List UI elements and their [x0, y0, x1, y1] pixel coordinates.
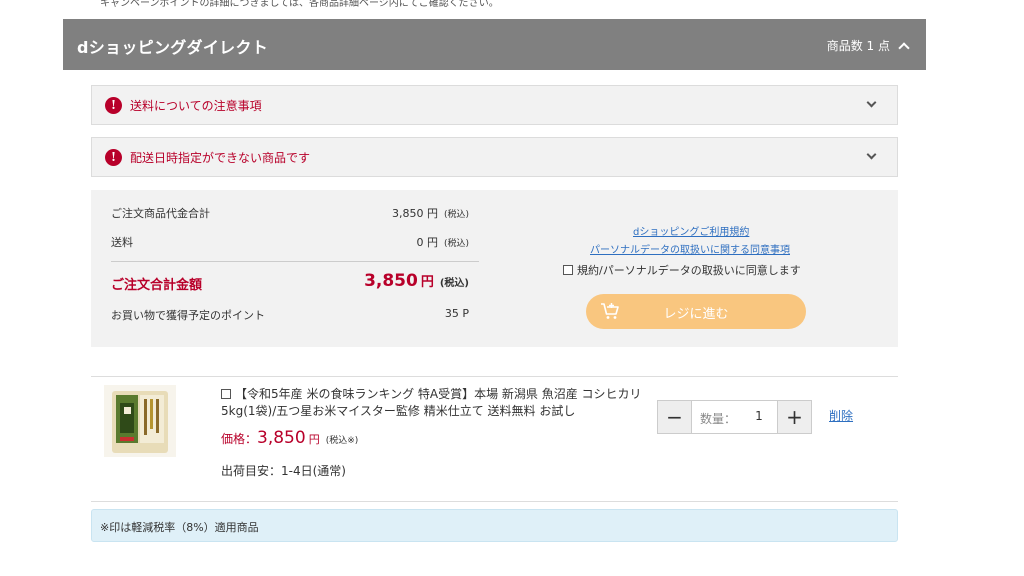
product-image[interactable]	[104, 385, 176, 457]
total-value: 3,850	[364, 271, 418, 291]
subtotal-label: ご注文商品代金合計	[111, 207, 210, 220]
shipping-label: 送料	[111, 236, 133, 249]
delete-item-link[interactable]: 削除	[829, 407, 853, 424]
reduced-tax-note: ※印は軽減税率（8%）適用商品	[91, 509, 898, 542]
increase-quantity-button[interactable]: +	[777, 401, 811, 433]
delivery-date-notice-accordion[interactable]: ! 配送日時指定ができない商品です	[91, 137, 898, 177]
item-count-label: 商品数 1 点	[826, 39, 890, 53]
notice-label: 配送日時指定ができない商品です	[130, 151, 311, 165]
agree-row: 規約/パーソナルデータの取扱いに同意します	[563, 262, 801, 278]
points-value: 35 P	[444, 307, 469, 320]
quantity-stepper: − 数量： +	[657, 400, 812, 434]
price-value: 3,850	[257, 428, 306, 448]
chevron-down-icon	[866, 149, 877, 160]
reduced-tax-note-text: ※印は軽減税率（8%）適用商品	[100, 521, 259, 534]
item-divider	[91, 501, 898, 502]
points-label: お買い物で獲得予定のポイント	[111, 309, 265, 322]
price-row: 価格：3,850 円 (税込※)	[221, 428, 358, 448]
shipping-notice-accordion[interactable]: ! 送料についての注意事項	[91, 85, 898, 125]
shop-header: dショッピングダイレクト 商品数 1 点	[63, 19, 926, 70]
total-value-group: 3,850 円 (税込)	[364, 271, 469, 291]
tax-included-label: (税込)	[443, 239, 469, 249]
shipping-value: 0 円	[416, 236, 438, 249]
item-count-toggle[interactable]: 商品数 1 点	[826, 37, 910, 54]
tax-included-label: (税込)	[439, 278, 469, 289]
agree-checkbox[interactable]	[563, 265, 573, 275]
quantity-label: 数量：	[700, 412, 737, 426]
order-summary: ご注文商品代金合計 3,850 円 (税込) 送料 0 円 (税込) ご注文合計金額…	[91, 190, 898, 347]
subtotal-value-group: 3,850 円 (税込)	[392, 205, 469, 221]
summary-divider	[111, 261, 479, 262]
info-icon: !	[105, 149, 122, 166]
select-item-checkbox[interactable]	[221, 389, 231, 399]
total-unit: 円	[420, 275, 434, 290]
notice-label: 送料についての注意事項	[130, 99, 262, 113]
product-title-text[interactable]: 【令和5年産 米の食味ランキング 特A受賞】本場 新潟県 魚沼産 コシヒカリ 5…	[221, 387, 642, 418]
terms-of-use-link[interactable]: dショッピングご利用規約	[633, 223, 749, 238]
total-label: ご注文合計金額	[111, 278, 203, 293]
shipping-estimate: 出荷目安：1-4日(通常)	[221, 464, 346, 478]
shop-name: dショッピングダイレクト	[77, 38, 269, 57]
checkout-button[interactable]: レジに進む	[586, 294, 806, 329]
chevron-up-icon	[898, 41, 910, 54]
shipping-value-group: 0 円 (税込)	[416, 234, 469, 250]
tax-included-label: (税込)	[443, 210, 469, 220]
price-label: 価格：	[221, 432, 258, 446]
price-tax-label: (税込※)	[325, 436, 359, 446]
product-title: 【令和5年産 米の食味ランキング 特A受賞】本場 新潟県 魚沼産 コシヒカリ 5…	[221, 386, 661, 420]
chevron-down-icon	[866, 97, 877, 108]
decrease-quantity-button[interactable]: −	[658, 401, 692, 433]
personal-data-consent-link[interactable]: パーソナルデータの取扱いに関する同意事項	[590, 241, 790, 256]
item-divider	[91, 376, 898, 377]
agree-label: 規約/パーソナルデータの取扱いに同意します	[577, 264, 801, 277]
checkout-label: レジに進む	[663, 307, 729, 322]
info-icon: !	[105, 97, 122, 114]
subtotal-value: 3,850 円	[391, 207, 438, 220]
campaign-note: キャンペーンポイントの詳細につきましては、各商品詳細ページ内にてご確認ください。	[100, 0, 499, 9]
price-unit: 円	[308, 433, 320, 446]
rice-bag-illustration	[104, 385, 176, 457]
quantity-input[interactable]	[744, 409, 774, 423]
